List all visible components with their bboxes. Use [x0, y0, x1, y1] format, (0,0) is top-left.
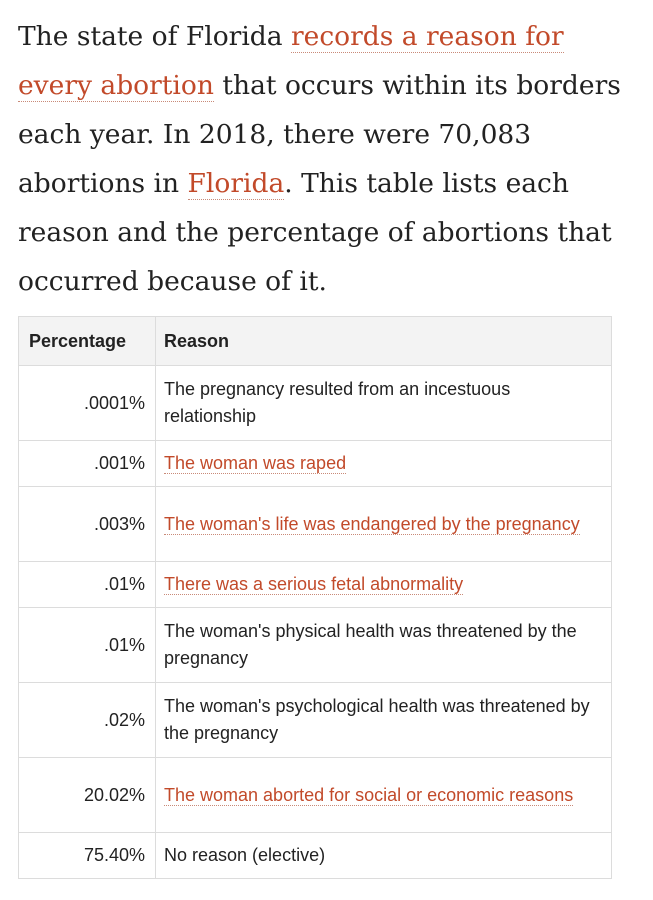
table-row: 20.02% The woman aborted for social or e… [18, 757, 612, 833]
florida-link[interactable]: Florida [187, 168, 285, 200]
reason-link[interactable]: The woman aborted for social or economic… [164, 784, 574, 806]
table-row: .01% There was a serious fetal abnormali… [18, 561, 612, 608]
reason-link[interactable]: The woman was raped [164, 453, 347, 474]
table-row: .003% The woman's life was endangered by… [18, 486, 612, 562]
abortion-reasons-table: Percentage Reason .0001% The pregnancy r… [18, 316, 612, 879]
table-row: 75.40% No reason (elective) [18, 832, 612, 879]
percentage-cell: .001% [18, 440, 156, 487]
reason-cell: There was a serious fetal abnormality [155, 561, 612, 608]
reason-text: The pregnancy resulted from an incestuou… [164, 379, 511, 426]
reason-link[interactable]: There was a serious fetal abnormality [164, 574, 464, 595]
table-row: .02% The woman's psychological health wa… [18, 682, 612, 758]
percentage-cell: 20.02% [18, 757, 156, 833]
reason-cell: No reason (elective) [155, 832, 612, 879]
table-row: .0001% The pregnancy resulted from an in… [18, 365, 612, 441]
table-header-row: Percentage Reason [18, 316, 612, 366]
reason-text: No reason (elective) [164, 845, 326, 865]
intro-paragraph: The state of Florida records a reason fo… [18, 12, 628, 306]
percentage-cell: .003% [18, 486, 156, 562]
percentage-cell: .0001% [18, 365, 156, 441]
table-row: .01% The woman's physical health was thr… [18, 607, 612, 683]
intro-text-1: The state of Florida [18, 21, 291, 52]
reason-link[interactable]: The woman's life was endangered by the p… [164, 513, 580, 535]
percentage-cell: 75.40% [18, 832, 156, 879]
reason-cell: The woman's physical health was threaten… [155, 607, 612, 683]
reason-cell: The woman was raped [155, 440, 612, 487]
reason-cell: The pregnancy resulted from an incestuou… [155, 365, 612, 441]
percentage-cell: .01% [18, 607, 156, 683]
percentage-cell: .02% [18, 682, 156, 758]
reason-header: Reason [155, 316, 612, 366]
reason-text: The woman's physical health was threaten… [164, 621, 577, 668]
percentage-header: Percentage [18, 316, 156, 366]
reason-text: The woman's psychological health was thr… [164, 696, 590, 743]
table-row: .001% The woman was raped [18, 440, 612, 487]
reason-cell: The woman's psychological health was thr… [155, 682, 612, 758]
reason-cell: The woman's life was endangered by the p… [155, 486, 612, 562]
reason-cell: The woman aborted for social or economic… [155, 757, 612, 833]
percentage-cell: .01% [18, 561, 156, 608]
